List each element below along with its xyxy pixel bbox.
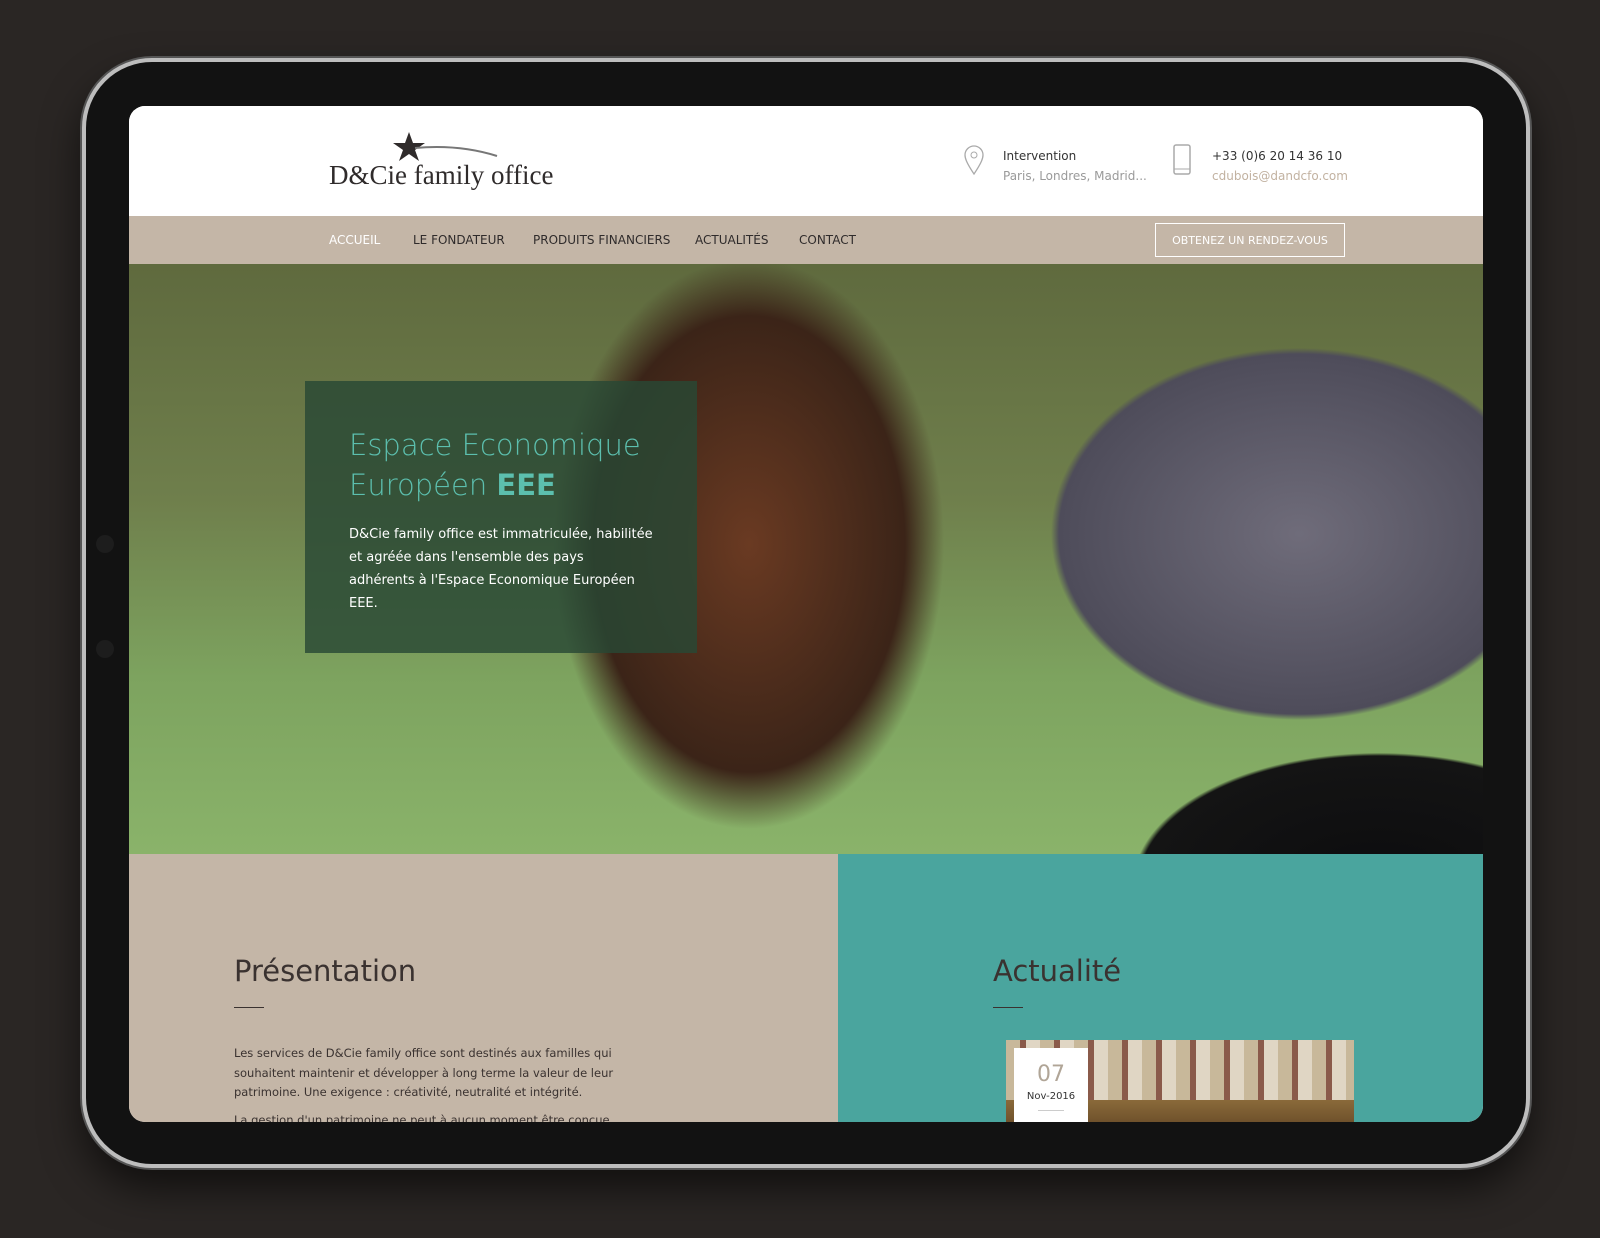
nav-produits-financiers[interactable]: PRODUITS FINANCIERS	[533, 233, 670, 247]
contact-info: +33 (0)6 20 14 36 10 cdubois@dandcfo.com	[1212, 149, 1348, 183]
nav-contact[interactable]: CONTACT	[799, 233, 856, 247]
hero-card: Espace Economique Européen EEE D&Cie fami…	[305, 381, 697, 653]
hero-title: Espace Economique Européen EEE	[349, 428, 641, 502]
nav-accueil[interactable]: ACCUEIL	[329, 233, 380, 247]
main-nav: ACCUEIL LE FONDATEUR PRODUITS FINANCIERS…	[129, 216, 1483, 264]
news-section: Actualité 07 Nov-2016	[838, 854, 1483, 1122]
logo[interactable]: D&Cie family office	[329, 132, 589, 204]
presentation-text: Les services de D&Cie family office sont…	[234, 1046, 614, 1122]
hero-banner: Espace Economique Européen EEE D&Cie fami…	[129, 264, 1483, 854]
camera-dot	[96, 640, 114, 658]
divider	[234, 1007, 264, 1008]
presentation-section: Présentation Les services de D&Cie famil…	[129, 854, 838, 1122]
news-title: Actualité	[993, 954, 1122, 988]
news-date-badge: 07 Nov-2016	[1014, 1048, 1088, 1122]
nav-actualites[interactable]: ACTUALITÉS	[695, 233, 768, 247]
website-screen: D&Cie family office Intervention Paris, …	[129, 106, 1483, 1122]
nav-le-fondateur[interactable]: LE FONDATEUR	[413, 233, 505, 247]
presentation-title: Présentation	[234, 954, 417, 988]
appointment-button[interactable]: OBTENEZ UN RENDEZ-VOUS	[1155, 223, 1345, 257]
site-header: D&Cie family office Intervention Paris, …	[129, 106, 1483, 216]
camera-dot	[96, 535, 114, 553]
news-card-image[interactable]: 07 Nov-2016	[1006, 1040, 1354, 1122]
hero-text: D&Cie family office est immatriculée, ha…	[349, 527, 653, 611]
map-pin-icon	[964, 145, 984, 176]
smartphone-icon	[1173, 144, 1191, 175]
location-info: Intervention Paris, Londres, Madrid...	[1003, 149, 1147, 183]
divider	[993, 1007, 1023, 1008]
